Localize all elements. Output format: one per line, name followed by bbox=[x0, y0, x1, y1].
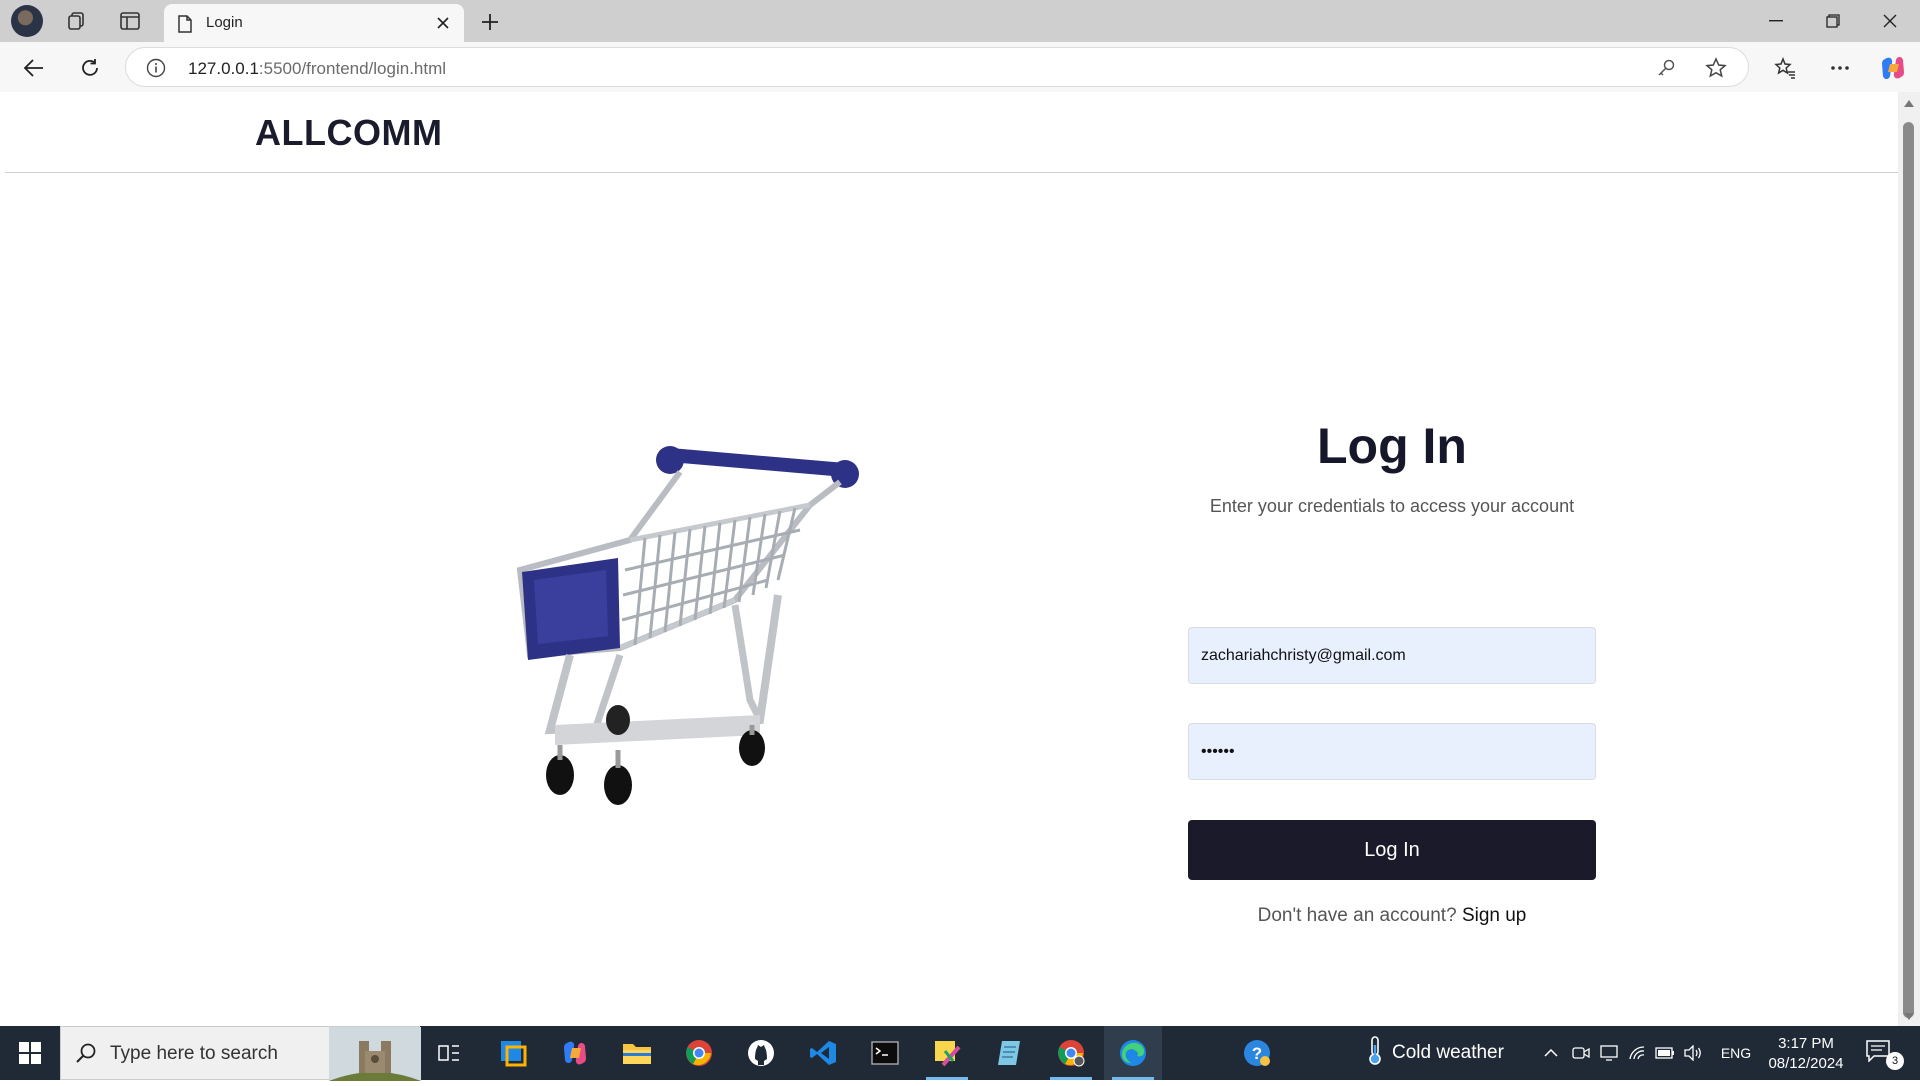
weather-widget[interactable]: Cold weather bbox=[1366, 1026, 1504, 1080]
new-tab-button[interactable] bbox=[476, 8, 504, 36]
tab-login[interactable]: Login bbox=[164, 4, 464, 42]
taskbar-search[interactable]: Type here to search bbox=[60, 1026, 421, 1081]
signup-prompt: Don't have an account? Sign up bbox=[1188, 905, 1596, 927]
password-key-icon[interactable] bbox=[1654, 57, 1678, 79]
terminal-icon[interactable] bbox=[856, 1026, 914, 1080]
taskbar: Type here to search ? Cold weather ENG 3… bbox=[0, 1026, 1920, 1081]
notification-count: 3 bbox=[1886, 1052, 1904, 1070]
scroll-up-icon[interactable] bbox=[1904, 100, 1914, 107]
task-view-icon[interactable] bbox=[420, 1026, 478, 1080]
notepad-icon[interactable] bbox=[980, 1026, 1038, 1080]
search-placeholder: Type here to search bbox=[110, 1043, 278, 1064]
brand-logo[interactable]: ALLCOMM bbox=[255, 112, 442, 154]
language-indicator[interactable]: ENG bbox=[1716, 1026, 1756, 1080]
close-tab-icon[interactable] bbox=[432, 12, 454, 34]
sticky-notes-icon[interactable] bbox=[918, 1026, 976, 1080]
shopping-cart-image bbox=[510, 430, 866, 815]
page-scrollbar[interactable] bbox=[1898, 92, 1920, 1026]
signup-link[interactable]: Sign up bbox=[1462, 905, 1526, 926]
battery-icon[interactable] bbox=[1652, 1026, 1678, 1080]
chrome-profile-icon[interactable] bbox=[1042, 1026, 1100, 1080]
email-field[interactable] bbox=[1188, 627, 1596, 684]
browser-toolbar: 127.0.0.1:5500/frontend/login.html bbox=[0, 42, 1920, 92]
remote-desktop-icon[interactable] bbox=[484, 1026, 542, 1080]
collections-icon[interactable] bbox=[61, 6, 93, 36]
close-window-button[interactable] bbox=[1862, 0, 1918, 42]
display-icon[interactable] bbox=[1596, 1026, 1622, 1080]
profile-avatar[interactable] bbox=[11, 5, 43, 37]
favorites-icon[interactable] bbox=[1769, 52, 1801, 84]
edge-icon[interactable] bbox=[1104, 1026, 1162, 1080]
vscode-icon[interactable] bbox=[794, 1026, 852, 1080]
copilot-icon[interactable] bbox=[1877, 52, 1909, 84]
start-button[interactable] bbox=[0, 1026, 60, 1080]
login-subtitle: Enter your credentials to access your ac… bbox=[1209, 496, 1575, 516]
scroll-thumb[interactable] bbox=[1903, 122, 1914, 1018]
search-highlight-image bbox=[329, 1027, 421, 1081]
vertical-tabs-icon[interactable] bbox=[114, 6, 146, 36]
github-desktop-icon[interactable] bbox=[732, 1026, 790, 1080]
chevron-up-icon[interactable] bbox=[1538, 1026, 1564, 1080]
page-viewport: ALLCOMM Log In Enter your credentials to… bbox=[5, 92, 1898, 1026]
address-bar[interactable]: 127.0.0.1:5500/frontend/login.html bbox=[125, 47, 1749, 87]
clock-date: 08/12/2024 bbox=[1768, 1055, 1844, 1072]
site-info-icon[interactable] bbox=[146, 58, 166, 83]
clock[interactable]: 3:17 PM 08/12/2024 bbox=[1758, 1034, 1854, 1074]
login-title: Log In bbox=[1317, 418, 1467, 474]
help-icon[interactable]: ? bbox=[1228, 1026, 1286, 1080]
chrome-icon[interactable] bbox=[670, 1026, 728, 1080]
clock-time: 3:17 PM bbox=[1778, 1035, 1834, 1052]
signup-prompt-text: Don't have an account? bbox=[1257, 905, 1457, 926]
browser-tab-bar: Login bbox=[0, 0, 1920, 42]
site-header: ALLCOMM bbox=[5, 92, 1898, 173]
wifi-icon[interactable] bbox=[1624, 1026, 1650, 1080]
volume-icon[interactable] bbox=[1680, 1026, 1706, 1080]
page-icon bbox=[178, 15, 192, 38]
file-explorer-icon[interactable] bbox=[608, 1026, 666, 1080]
scroll-down-icon[interactable] bbox=[1904, 1013, 1914, 1020]
thermometer-icon bbox=[1366, 1035, 1384, 1071]
minimize-button[interactable] bbox=[1748, 0, 1804, 42]
search-icon bbox=[75, 1042, 97, 1069]
more-menu-icon[interactable] bbox=[1824, 52, 1856, 84]
tab-title: Login bbox=[206, 14, 243, 31]
url-text[interactable]: 127.0.0.1:5500/frontend/login.html bbox=[188, 59, 446, 79]
password-field[interactable] bbox=[1188, 723, 1596, 780]
restore-button[interactable] bbox=[1805, 0, 1861, 42]
meet-now-icon[interactable] bbox=[1568, 1026, 1594, 1080]
back-button[interactable] bbox=[18, 52, 50, 84]
notifications-button[interactable]: 3 bbox=[1866, 1040, 1906, 1070]
login-button[interactable]: Log In bbox=[1188, 820, 1596, 880]
copilot-app-icon[interactable] bbox=[546, 1026, 604, 1080]
refresh-button[interactable] bbox=[74, 52, 106, 84]
favorite-star-icon[interactable] bbox=[1704, 57, 1728, 79]
weather-text: Cold weather bbox=[1392, 1042, 1504, 1063]
